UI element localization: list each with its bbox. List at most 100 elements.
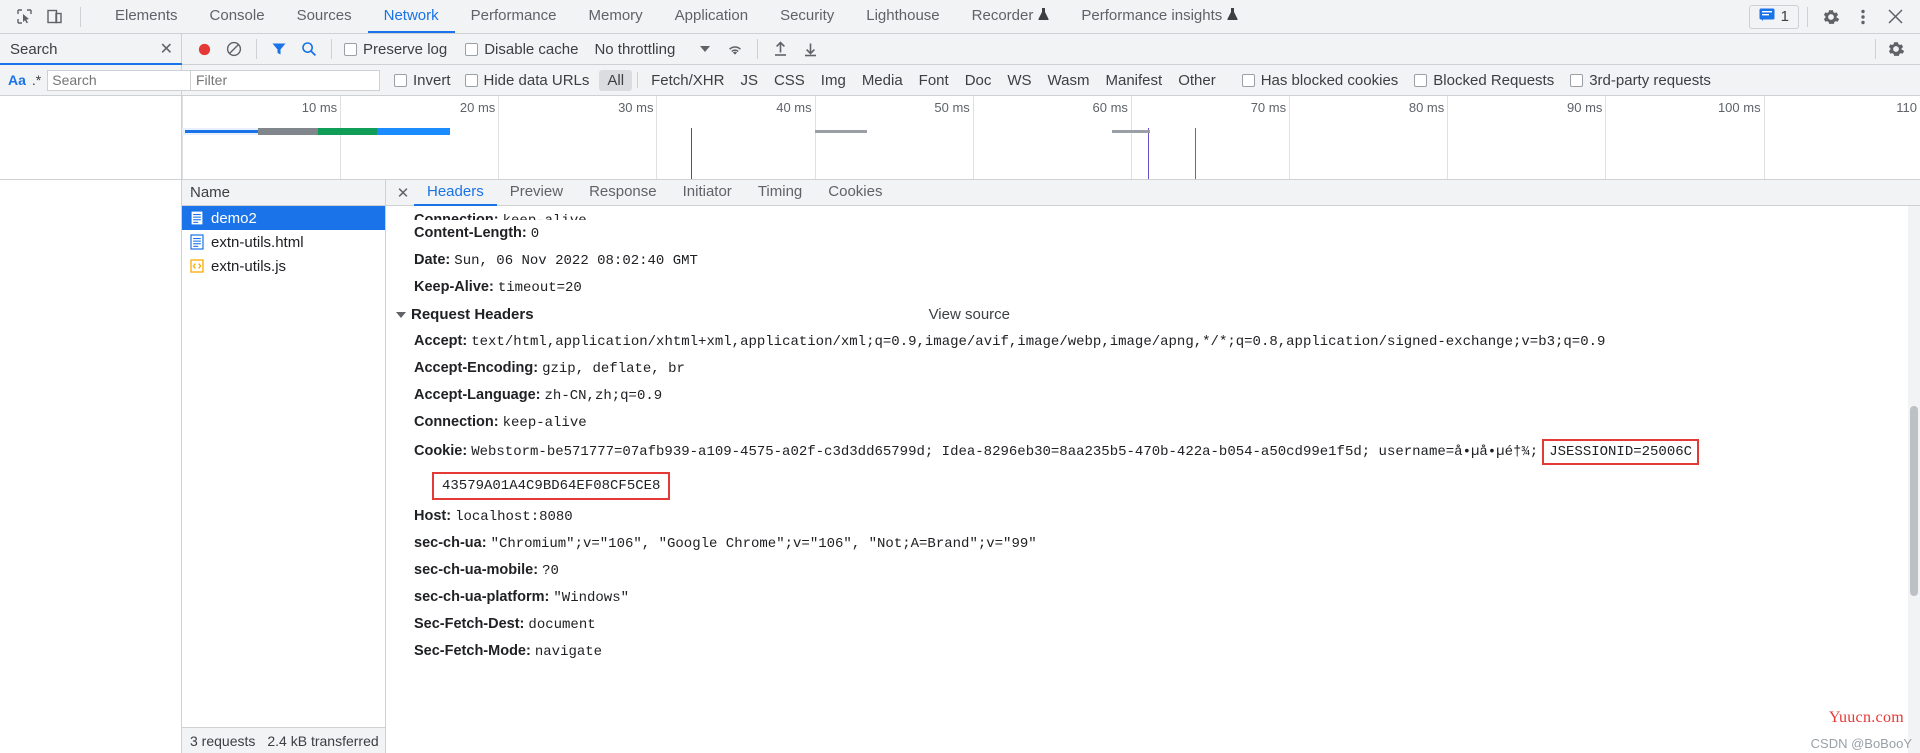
request-headers-section-title[interactable]: Request Headers View source [386, 301, 1920, 328]
header-row-sec-fetch-mode: Sec-Fetch-Mode: navigate [386, 638, 1920, 665]
scrollbar-thumb[interactable] [1910, 406, 1918, 596]
header-value: zh-CN,zh;q=0.9 [545, 388, 663, 404]
header-row-sec-ch-ua: sec-ch-ua: "Chromium";v="106", "Google C… [386, 530, 1920, 557]
header-value: timeout=20 [498, 280, 582, 296]
inspect-element-icon[interactable] [14, 7, 34, 27]
header-name: Accept-Encoding: [414, 360, 538, 376]
tab-recorder[interactable]: Recorder [956, 0, 1066, 33]
type-filter-fetch-xhr[interactable]: Fetch/XHR [643, 70, 732, 91]
device-toolbar-icon[interactable] [44, 7, 64, 27]
request-row-extn-utils-js[interactable]: extn-utils.js [182, 254, 385, 278]
throttling-dropdown[interactable]: No throttling [594, 41, 675, 58]
type-filter-media[interactable]: Media [854, 70, 911, 91]
request-detail-panel: ✕ Headers Preview Response Initiator Tim… [386, 180, 1920, 753]
request-row-demo2[interactable]: demo2 [182, 206, 385, 230]
hide-data-urls-label: Hide data URLs [484, 72, 590, 89]
detail-tab-headers[interactable]: Headers [414, 180, 497, 206]
cookie-value-prefix: Webstorm-be571777=07afb939-a109-4575-a02… [471, 444, 1538, 460]
detail-tab-response[interactable]: Response [576, 180, 670, 206]
document-icon [190, 234, 204, 250]
event-line [1148, 128, 1149, 179]
header-name: Accept: [414, 333, 467, 349]
tab-console[interactable]: Console [194, 0, 281, 33]
record-button[interactable] [190, 36, 218, 62]
hide-data-urls-checkbox[interactable]: Hide data URLs [465, 72, 590, 89]
tick-label: 20 ms [460, 100, 495, 115]
type-filter-js[interactable]: JS [732, 70, 766, 91]
checkbox-box [1242, 74, 1255, 87]
tick-label: 40 ms [776, 100, 811, 115]
detail-tab-initiator[interactable]: Initiator [670, 180, 745, 206]
tab-memory[interactable]: Memory [573, 0, 659, 33]
tab-sources[interactable]: Sources [281, 0, 368, 33]
third-party-requests-checkbox[interactable]: 3rd-party requests [1570, 72, 1711, 89]
load-event-line [1195, 128, 1196, 179]
tab-lighthouse[interactable]: Lighthouse [850, 0, 955, 33]
request-list-header[interactable]: Name [182, 180, 385, 206]
tab-network[interactable]: Network [368, 0, 455, 33]
close-icon[interactable]: ✕ [160, 39, 173, 59]
request-list: demo2 extn-utils.html extn-utils.js [182, 206, 385, 727]
disable-cache-checkbox[interactable]: Disable cache [465, 41, 578, 58]
network-settings-gear-icon[interactable] [1882, 36, 1910, 62]
export-har-icon[interactable] [796, 36, 824, 62]
toolbar-divider [256, 39, 257, 59]
header-name: Date: [414, 252, 450, 268]
network-toolbar: Search ✕ Preserve log Disable cache No t… [0, 34, 1920, 65]
filter-input[interactable] [190, 70, 380, 91]
tab-performance-insights[interactable]: Performance insights [1065, 0, 1254, 33]
type-filter-img[interactable]: Img [813, 70, 854, 91]
tab-security[interactable]: Security [764, 0, 850, 33]
close-icon[interactable]: ✕ [392, 184, 414, 202]
type-filter-all[interactable]: All [599, 70, 632, 91]
type-filter-font[interactable]: Font [911, 70, 957, 91]
preserve-log-checkbox[interactable]: Preserve log [344, 41, 447, 58]
type-filter-wasm[interactable]: Wasm [1040, 70, 1098, 91]
network-conditions-icon[interactable] [721, 36, 749, 62]
request-row-extn-utils-html[interactable]: extn-utils.html [182, 230, 385, 254]
tab-label: Memory [589, 7, 643, 24]
match-case-icon[interactable]: Aa [8, 70, 26, 90]
message-count-badge[interactable]: 1 [1749, 5, 1799, 29]
tick-label: 60 ms [1093, 100, 1128, 115]
filter-funnel-icon[interactable] [265, 36, 293, 62]
invert-checkbox[interactable]: Invert [394, 72, 451, 89]
view-source-link[interactable]: View source [929, 306, 1010, 323]
chevron-down-icon[interactable] [691, 36, 719, 62]
detail-tab-cookies[interactable]: Cookies [815, 180, 895, 206]
detail-tab-preview[interactable]: Preview [497, 180, 576, 206]
panel-tabs: Elements Console Sources Network Perform… [99, 0, 1254, 33]
detail-tab-timing[interactable]: Timing [745, 180, 815, 206]
script-icon [190, 258, 204, 274]
type-filter-doc[interactable]: Doc [957, 70, 1000, 91]
type-filter-ws[interactable]: WS [999, 70, 1039, 91]
gear-icon[interactable] [1816, 4, 1846, 30]
overview-waterfall-row [182, 128, 1920, 135]
header-row-date: Date: Sun, 06 Nov 2022 08:02:40 GMT [386, 247, 1920, 274]
detail-scrollbar[interactable] [1908, 206, 1920, 753]
toolbar-divider [80, 7, 81, 27]
has-blocked-cookies-checkbox[interactable]: Has blocked cookies [1242, 72, 1399, 89]
transferred-size: 2.4 kB transferred [267, 733, 378, 749]
type-filter-manifest[interactable]: Manifest [1098, 70, 1171, 91]
tab-elements[interactable]: Elements [99, 0, 194, 33]
search-icon[interactable] [295, 36, 323, 62]
import-har-icon[interactable] [766, 36, 794, 62]
tick-label: 100 ms [1718, 100, 1761, 115]
header-row-accept-encoding: Accept-Encoding: gzip, deflate, br [386, 355, 1920, 382]
request-count: 3 requests [190, 733, 255, 749]
tab-performance[interactable]: Performance [455, 0, 573, 33]
header-row-accept: Accept: text/html,application/xhtml+xml,… [386, 328, 1920, 355]
close-icon[interactable] [1880, 4, 1910, 30]
tab-label: Application [675, 7, 748, 24]
tab-label: Console [210, 7, 265, 24]
clear-button[interactable] [220, 36, 248, 62]
type-filter-css[interactable]: CSS [766, 70, 813, 91]
regex-icon[interactable]: .* [32, 70, 41, 90]
more-options-icon[interactable] [1848, 4, 1878, 30]
header-name: Content-Length: [414, 225, 527, 241]
blocked-requests-checkbox[interactable]: Blocked Requests [1414, 72, 1554, 89]
tab-application[interactable]: Application [659, 0, 764, 33]
type-filter-other[interactable]: Other [1170, 70, 1224, 91]
timeline-ruler[interactable]: 10 ms 20 ms 30 ms 40 ms 50 ms 60 ms 70 m… [182, 96, 1920, 179]
